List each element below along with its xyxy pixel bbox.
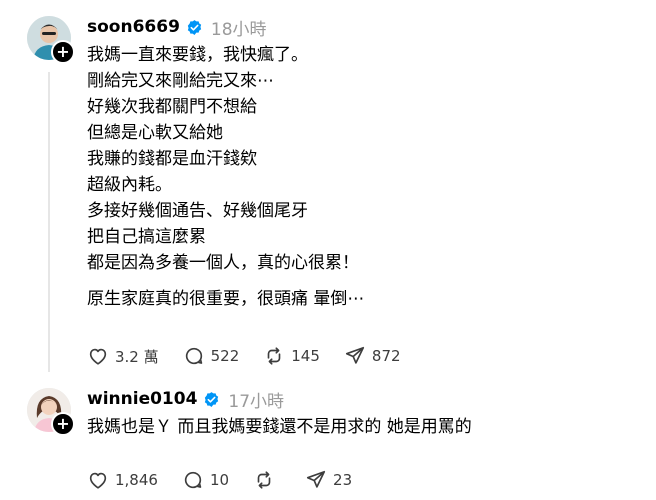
post-content: soon6669 18小時 我媽一直來要錢，我快瘋了。 剛給完又來剛給完又來⋯ … <box>87 14 636 366</box>
reply-count: 522 <box>210 347 240 365</box>
repost-icon <box>267 347 281 365</box>
post-line: 我媽一直來要錢，我快瘋了。 <box>87 45 308 65</box>
comment-icon <box>185 347 202 365</box>
post-body: 我媽也是Ｙ 而且我媽要錢還不是用求的 她是用罵的 <box>87 414 636 440</box>
like-count: 1,846 <box>115 471 158 489</box>
post-line: 把自己搞這麼累 <box>87 227 206 247</box>
thread-line <box>48 72 50 372</box>
comment-icon <box>184 471 202 489</box>
share-button[interactable]: 23 <box>305 468 352 492</box>
timestamp[interactable]: 18小時 <box>211 15 267 40</box>
post-line: 我媽也是Ｙ 而且我媽要錢還不是用求的 她是用罵的 <box>87 417 472 437</box>
post-line: 但總是心軟又給她 <box>87 123 223 143</box>
post-header: winnie0104 17小時 <box>87 386 636 412</box>
post-content: winnie0104 17小時 我媽也是Ｙ 而且我媽要錢還不是用求的 她是用罵的… <box>87 386 636 489</box>
post-line: 超級內耗。 <box>87 175 172 195</box>
share-count: 872 <box>371 347 401 365</box>
verified-icon <box>205 391 219 407</box>
post-line: 都是因為多養一個人，真的心很累！ <box>87 253 359 273</box>
post-header: soon6669 18小時 <box>87 14 636 40</box>
post-line: 多接好幾個通告、好幾個尾牙 <box>87 201 308 221</box>
share-button[interactable]: 872 <box>344 344 401 368</box>
action-bar: 3.2 萬 522 145 872 <box>87 344 425 368</box>
like-button[interactable]: 3.2 萬 <box>87 344 159 368</box>
post-soon6669: + soon6669 18小時 我媽一直來要錢，我快瘋了。 剛給完又來剛給完又來… <box>0 0 656 380</box>
verified-icon <box>187 19 202 35</box>
repost-button[interactable] <box>253 468 281 492</box>
post-line: 我賺的錢都是血汗錢欸 <box>87 149 257 169</box>
follow-plus-icon[interactable]: + <box>51 40 75 64</box>
repost-button[interactable]: 145 <box>263 344 320 368</box>
post-body: 我媽一直來要錢，我快瘋了。 剛給完又來剛給完又來⋯ 好幾次我都關門不想給 但總是… <box>87 42 636 312</box>
avatar-wrap[interactable]: + <box>27 16 75 64</box>
post-line: 原生家庭真的很重要，很頭痛 暈倒⋯ <box>87 289 365 309</box>
share-count: 23 <box>333 471 353 489</box>
heart-icon <box>89 472 107 489</box>
post-line: 好幾次我都關門不想給 <box>87 97 257 117</box>
follow-plus-icon[interactable]: + <box>51 412 75 436</box>
like-button[interactable]: 1,846 <box>87 468 158 492</box>
username[interactable]: soon6669 <box>87 17 180 37</box>
timestamp[interactable]: 17小時 <box>228 387 284 412</box>
action-bar: 1,846 10 23 <box>87 468 376 492</box>
post-winnie0104: + winnie0104 17小時 我媽也是Ｙ 而且我媽要錢還不是用求的 她是用… <box>0 380 656 500</box>
avatar-wrap[interactable]: + <box>27 388 75 436</box>
reply-count: 10 <box>209 471 230 489</box>
post-line: 剛給完又來剛給完又來⋯ <box>87 71 274 91</box>
heart-icon <box>89 348 107 365</box>
repost-count: 145 <box>291 347 320 365</box>
username[interactable]: winnie0104 <box>87 389 197 409</box>
send-icon <box>306 470 326 488</box>
send-icon <box>345 346 364 364</box>
reply-button[interactable]: 522 <box>183 344 240 368</box>
repost-icon <box>257 471 271 489</box>
reply-button[interactable]: 10 <box>182 468 229 492</box>
like-count: 3.2 萬 <box>115 347 159 366</box>
